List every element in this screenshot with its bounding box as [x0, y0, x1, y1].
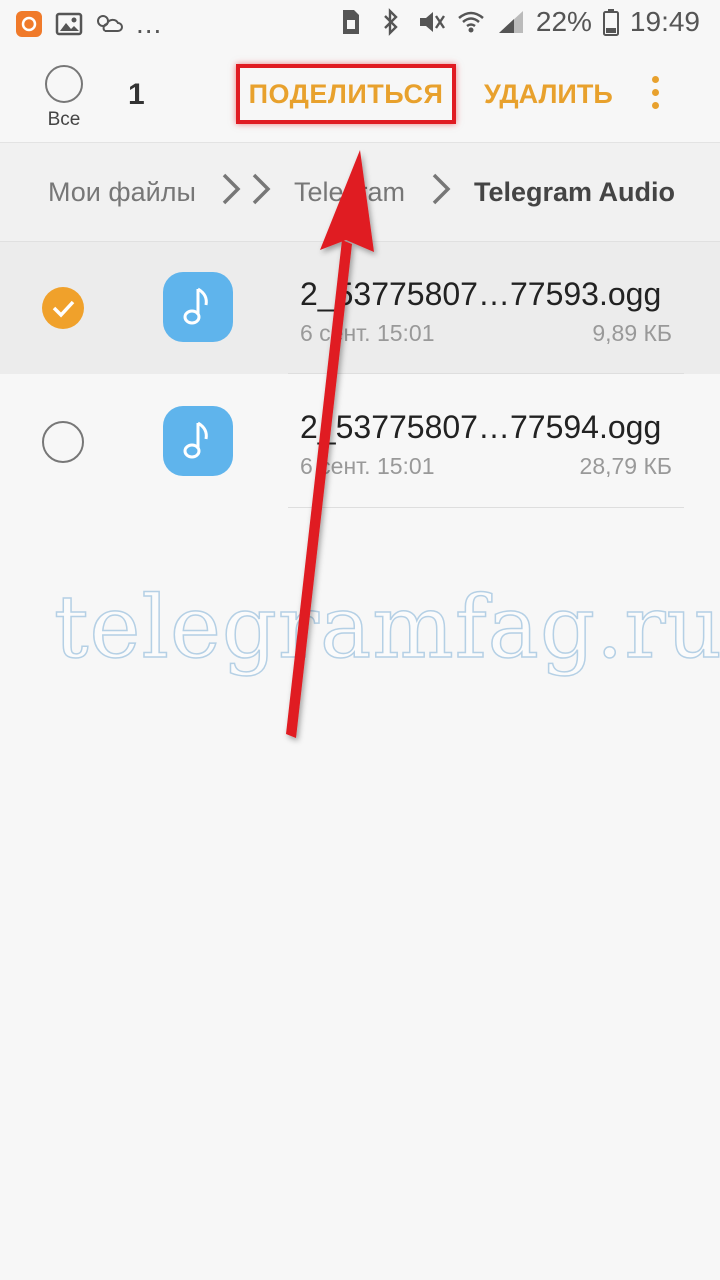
- file-date: 6 сент. 15:01: [300, 320, 435, 346]
- select-all-label: Все: [47, 109, 81, 130]
- status-bar: ... 22% 19:49: [0, 0, 720, 50]
- battery-percent: 22%: [535, 6, 592, 37]
- row-checkbox-checked[interactable]: [42, 287, 84, 329]
- delete-button[interactable]: УДАЛИТЬ: [478, 64, 619, 124]
- selection-action-bar: Все 1 ПОДЕЛИТЬСЯ УДАЛИТЬ: [0, 50, 720, 143]
- app-notification-icon: [14, 9, 44, 39]
- row-divider: [288, 507, 684, 508]
- file-date: 6 сент. 15:01: [300, 453, 435, 479]
- file-name: 2_53775807…77594.ogg: [300, 409, 662, 445]
- sim-icon: [336, 7, 366, 37]
- music-note-icon: [183, 421, 208, 459]
- battery-icon: [602, 7, 620, 37]
- bluetooth-icon: [376, 7, 406, 37]
- file-size: 9,89 КБ: [592, 320, 672, 346]
- breadcrumb-chevron-icon: [432, 173, 451, 205]
- breadcrumb: Мои файлы Telegram Telegram Audio: [0, 143, 720, 242]
- gallery-icon: [54, 9, 84, 39]
- breadcrumb-telegram-audio: Telegram Audio: [474, 177, 676, 207]
- more-options-icon[interactable]: [640, 72, 670, 118]
- music-note-icon: [183, 287, 208, 325]
- signal-icon: [496, 7, 526, 37]
- wifi-icon: [456, 7, 486, 37]
- breadcrumb-double-chevron-icon: [222, 173, 271, 205]
- watermark-text: telegramfag.ru: [53, 577, 720, 679]
- file-row[interactable]: 2_53775807…77593.ogg 6 сент. 15:01 9,89 …: [0, 242, 720, 374]
- selected-count: 1: [128, 78, 145, 111]
- audio-file-icon: [163, 272, 233, 342]
- checkmark-icon: [52, 300, 75, 318]
- file-size: 28,79 КБ: [579, 453, 672, 479]
- file-row[interactable]: 2_53775807…77594.ogg 6 сент. 15:01 28,79…: [0, 375, 720, 508]
- clock: 19:49: [629, 6, 700, 37]
- row-checkbox-unchecked[interactable]: [42, 421, 84, 463]
- breadcrumb-my-files[interactable]: Мои файлы: [48, 177, 196, 208]
- weather-icon: [94, 9, 124, 39]
- more-notifications-indicator: ...: [136, 8, 163, 39]
- select-all-checkbox[interactable]: Все: [36, 65, 92, 131]
- mute-icon: [416, 7, 446, 37]
- breadcrumb-telegram[interactable]: Telegram: [294, 177, 405, 208]
- audio-file-icon: [163, 406, 233, 476]
- row-divider: [288, 373, 684, 374]
- file-name: 2_53775807…77593.ogg: [300, 276, 662, 312]
- share-button[interactable]: ПОДЕЛИТЬСЯ: [236, 64, 456, 124]
- select-all-circle-icon: [45, 65, 83, 103]
